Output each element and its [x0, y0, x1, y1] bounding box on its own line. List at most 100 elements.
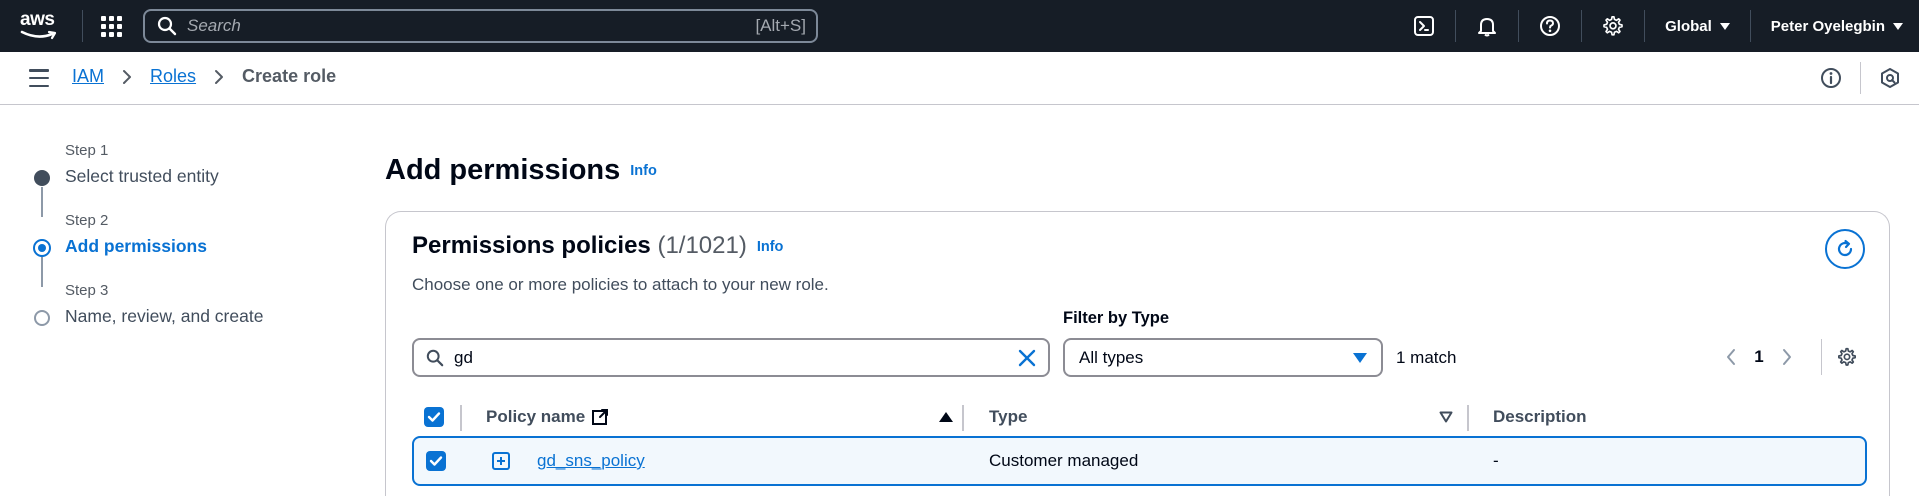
- global-search[interactable]: [Alt+S]: [143, 9, 818, 43]
- caret-down-icon: [1353, 352, 1367, 363]
- caret-down-icon: [1719, 22, 1730, 30]
- bell-icon: [1478, 18, 1497, 37]
- column-separator: [962, 405, 964, 431]
- aws-logo[interactable]: aws: [20, 10, 62, 42]
- filter-type-label: Filter by Type: [1063, 309, 1170, 327]
- breadcrumb-current: Create role: [242, 66, 337, 86]
- cloudshell-icon: [1414, 16, 1435, 36]
- search-icon: [157, 16, 177, 36]
- column-separator: [1467, 405, 1469, 431]
- step-title: Name, review, and create: [65, 306, 264, 326]
- column-header-type[interactable]: Type: [989, 397, 1027, 437]
- amazon-q-icon: [1881, 68, 1899, 88]
- column-header-description[interactable]: Description: [1493, 397, 1587, 437]
- cloudshell-button[interactable]: [1393, 0, 1455, 52]
- notifications-button[interactable]: [1456, 0, 1518, 52]
- top-navigation: aws [Alt+S]: [0, 0, 1919, 52]
- table-preferences-button[interactable]: [1832, 342, 1862, 372]
- select-all-cell: [424, 397, 444, 437]
- breadcrumb-bar: IAM Roles Create role: [0, 52, 1919, 105]
- policies-heading: Permissions policies (1/1021) Info: [412, 232, 783, 260]
- page-title-text: Add permissions: [385, 154, 621, 186]
- policies-count: (1/1021): [657, 232, 747, 259]
- pagination: 1: [1716, 342, 1802, 372]
- external-link-icon: [592, 409, 609, 425]
- account-name: Peter Oyelegbin: [1770, 17, 1885, 35]
- select-all-checkbox[interactable]: [424, 407, 444, 427]
- step-pending-icon: [34, 310, 50, 326]
- clear-icon[interactable]: [1006, 349, 1036, 367]
- aws-smile-icon: [20, 30, 57, 40]
- amazon-q-button[interactable]: [1861, 52, 1919, 104]
- policies-description: Choose one or more policies to attach to…: [412, 275, 829, 294]
- breadcrumb-roles[interactable]: Roles: [150, 66, 196, 87]
- column-label: Description: [1493, 407, 1587, 426]
- row-expand-cell: [492, 438, 510, 484]
- region-label: Global: [1665, 17, 1712, 35]
- check-icon: [429, 456, 443, 466]
- table-header: Policy name Type Description: [412, 397, 1867, 437]
- step-number: Step 2: [65, 212, 109, 229]
- policy-search-field[interactable]: [412, 338, 1050, 377]
- gear-icon: [1603, 16, 1623, 36]
- refresh-icon: [1837, 239, 1853, 257]
- step-number: Step 3: [65, 282, 109, 299]
- page-info-link[interactable]: Info: [630, 163, 657, 179]
- page-title: Add permissions Info: [385, 154, 657, 187]
- step-number: Step 1: [65, 142, 109, 159]
- gear-icon: [1838, 347, 1856, 366]
- policies-info-link[interactable]: Info: [757, 239, 784, 255]
- filter-type-select[interactable]: All types: [1063, 338, 1383, 377]
- chevron-right-icon: [122, 69, 132, 85]
- step-3: Step 3 Name, review, and create: [30, 282, 330, 342]
- menu-icon[interactable]: [29, 69, 49, 87]
- account-menu[interactable]: Peter Oyelegbin: [1751, 0, 1919, 52]
- match-count: 1 match: [1396, 348, 1457, 367]
- column-header-policy-name[interactable]: Policy name: [486, 397, 609, 437]
- column-separator: [460, 405, 462, 431]
- chevron-right-icon: [1783, 349, 1791, 365]
- column-label: Policy name: [486, 407, 586, 426]
- policy-search-input[interactable]: [454, 347, 1006, 368]
- breadcrumb: IAM Roles Create role: [72, 66, 336, 87]
- pagination-separator: [1821, 339, 1822, 375]
- step-1[interactable]: Step 1 Select trusted entity: [30, 142, 330, 202]
- policy-type-cell: Customer managed: [989, 451, 1139, 470]
- previous-page-button[interactable]: [1716, 342, 1746, 372]
- step-2: Step 2 Add permissions: [30, 212, 330, 272]
- policy-name-link[interactable]: gd_sns_policy: [537, 451, 645, 471]
- info-panel-button[interactable]: [1802, 52, 1860, 104]
- page-number[interactable]: 1: [1746, 347, 1772, 367]
- row-checkbox[interactable]: [426, 451, 446, 471]
- settings-button[interactable]: [1582, 0, 1644, 52]
- chevron-right-icon: [214, 69, 224, 85]
- region-selector[interactable]: Global: [1645, 0, 1750, 52]
- step-title: Select trusted entity: [65, 166, 219, 186]
- caret-down-icon: [1893, 22, 1903, 30]
- policies-title: Permissions policies: [412, 232, 651, 259]
- refresh-button[interactable]: [1825, 229, 1865, 269]
- step-title: Add permissions: [65, 236, 207, 256]
- next-page-button[interactable]: [1772, 342, 1802, 372]
- help-button[interactable]: [1519, 0, 1581, 52]
- services-grid-icon[interactable]: [99, 14, 123, 38]
- step-current-icon: [33, 239, 51, 257]
- help-icon: [1540, 16, 1561, 36]
- sort-icon[interactable]: [1439, 397, 1453, 437]
- search-icon: [426, 349, 444, 366]
- aws-logo-text: aws: [20, 9, 55, 30]
- breadcrumb-iam[interactable]: IAM: [72, 66, 104, 87]
- chevron-left-icon: [1727, 349, 1735, 365]
- sort-ascending-icon[interactable]: [939, 397, 953, 437]
- expand-icon[interactable]: [492, 452, 510, 470]
- nav-divider: [82, 10, 83, 42]
- info-icon: [1821, 68, 1841, 88]
- row-select-cell: [426, 438, 446, 484]
- column-label: Type: [989, 407, 1028, 426]
- check-icon: [427, 412, 441, 422]
- search-shortcut-hint: [Alt+S]: [755, 16, 806, 35]
- table-row[interactable]: gd_sns_policy Customer managed -: [412, 436, 1867, 486]
- permissions-policies-container: Permissions policies (1/1021) Info Choose…: [385, 211, 1890, 496]
- search-input[interactable]: [187, 16, 756, 36]
- policy-name-cell: gd_sns_policy: [537, 438, 645, 484]
